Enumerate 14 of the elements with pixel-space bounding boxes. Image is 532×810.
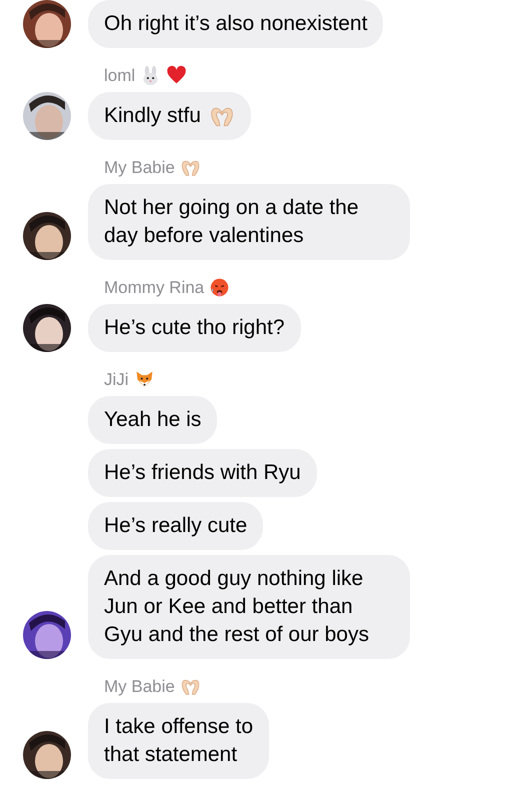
sender-name: My Babie [104,676,175,696]
sender-name: JiJi [104,370,129,390]
sender-name: Mommy Rina [104,278,204,298]
message-text: Not her going on a date the day before valentines [104,195,360,249]
message-text: Oh right it’s also nonexistent [104,11,368,37]
message-text: And a good guy nothing like Jun or Kee and better than Gyu and the rest of our boys [104,566,370,648]
message-text: He’s really cute [104,513,248,539]
message-text: He’s friends with Ryu [104,460,301,486]
sender-name: loml [104,66,136,86]
message-text: He’s cute tho right? [104,315,285,341]
sender-name: My Babie [104,158,175,178]
message-text: Yeah he is [104,407,202,433]
message-text: I take offense to that statement [104,714,254,768]
message-text: Kindly stfu [104,103,201,129]
